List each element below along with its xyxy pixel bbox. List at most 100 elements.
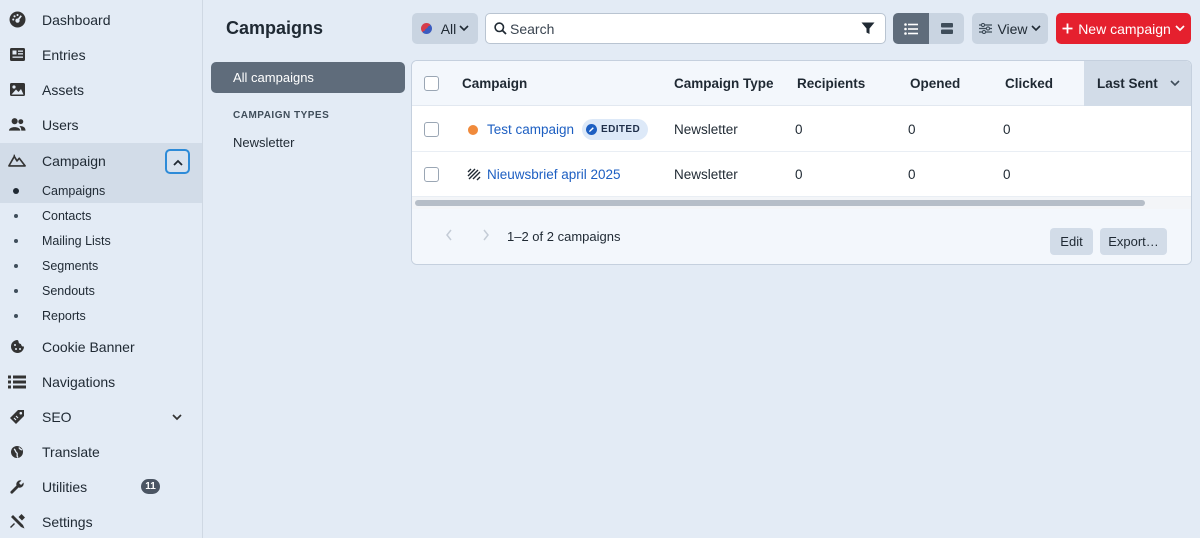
cell-recipients: 0 <box>795 167 803 182</box>
sidebar-item-label: SEO <box>42 408 72 425</box>
search-input[interactable] <box>510 19 850 39</box>
row-checkbox[interactable] <box>424 167 439 182</box>
row-checkbox[interactable] <box>424 122 439 137</box>
chevron-down-icon <box>1175 25 1185 32</box>
column-header-last-sent[interactable]: Last Sent <box>1084 61 1191 106</box>
bullet-icon <box>14 313 18 318</box>
table-footer: 1–2 of 2 campaigns Edit Export… <box>412 209 1191 264</box>
chevron-up-icon <box>172 154 183 169</box>
export-button[interactable]: Export… <box>1100 228 1167 255</box>
table-row: Test campaign EDITED Newsletter 0 0 0 <box>412 107 1191 152</box>
column-header-last-sent-label: Last Sent <box>1097 76 1158 91</box>
column-header-campaign[interactable]: Campaign <box>462 61 527 106</box>
utilities-count-badge: 11 <box>141 479 160 494</box>
column-header-campaign-type[interactable]: Campaign Type <box>674 61 774 106</box>
chevron-down-icon <box>459 25 469 32</box>
sidebar-item-settings[interactable]: Settings <box>0 504 202 538</box>
tag-icon <box>8 408 26 426</box>
horizontal-scrollbar[interactable] <box>412 197 1191 209</box>
sidebar-subitem-contacts[interactable]: Contacts <box>0 203 202 228</box>
sidebar: Dashboard Entries Assets Users Campaign … <box>0 0 203 538</box>
cell-clicked: 0 <box>1003 122 1011 137</box>
wrench-icon <box>8 478 26 496</box>
sidebar-item-users[interactable]: Users <box>0 107 202 142</box>
sidebar-item-label: Campaign <box>42 152 106 169</box>
filter-icon[interactable] <box>861 22 875 38</box>
sidebar-item-entries[interactable]: Entries <box>0 37 202 72</box>
image-icon <box>8 81 26 99</box>
sidebar-item-assets[interactable]: Assets <box>0 72 202 107</box>
cell-opened: 0 <box>908 167 916 182</box>
next-page-icon[interactable] <box>482 229 490 244</box>
campaign-title-link[interactable]: Nieuwsbrief april 2025 <box>487 167 621 182</box>
select-all-checkbox[interactable] <box>424 76 439 91</box>
sidebar-subitem-label: Segments <box>42 258 99 273</box>
settings-tools-icon <box>8 513 26 531</box>
bullet-icon <box>14 263 18 268</box>
sidebar-subitem-reports[interactable]: Reports <box>0 303 202 328</box>
cell-clicked: 0 <box>1003 167 1011 182</box>
sidebar-item-navigations[interactable]: Navigations <box>0 364 202 399</box>
campaigns-table-card: Campaign Campaign Type Recipients Opened… <box>412 61 1191 264</box>
sidebar-item-utilities[interactable]: Utilities 11 <box>0 469 202 504</box>
new-campaign-label: New campaign <box>1078 20 1171 37</box>
sidebar-item-label: Utilities <box>42 478 88 495</box>
globe-icon <box>8 443 26 461</box>
campaign-collapse-button[interactable] <box>165 149 190 174</box>
sidebar-item-cookie-banner[interactable]: Cookie Banner <box>0 329 202 364</box>
structure-view-toggle[interactable] <box>929 13 964 44</box>
sort-chevron-down-icon <box>1170 80 1180 87</box>
sidebar-subitem-label: Reports <box>42 308 86 323</box>
table-header: Campaign Campaign Type Recipients Opened… <box>412 61 1191 106</box>
sidebar-subitem-campaigns[interactable]: Campaigns <box>0 178 202 203</box>
sidebar-subitem-mailing-lists[interactable]: Mailing Lists <box>0 228 202 253</box>
chevron-down-icon <box>1030 25 1041 32</box>
cookie-icon <box>8 338 26 356</box>
search-icon <box>494 22 507 38</box>
scrollbar-thumb[interactable] <box>415 200 1145 206</box>
column-header-clicked[interactable]: Clicked <box>1005 61 1053 106</box>
draft-status-icon <box>468 124 478 135</box>
sidebar-item-label: Translate <box>42 443 100 460</box>
search-box <box>485 13 886 44</box>
view-options-button[interactable]: View <box>972 13 1048 44</box>
column-header-recipients[interactable]: Recipients <box>797 61 865 106</box>
sidebar-item-label: Entries <box>42 46 86 63</box>
bullet-icon <box>13 187 19 194</box>
bullet-icon <box>14 238 18 243</box>
edited-badge: EDITED <box>582 119 649 140</box>
sidebar-subitem-label: Mailing Lists <box>42 233 111 248</box>
structure-view-icon <box>940 23 953 34</box>
plus-icon <box>1062 23 1073 34</box>
table-row: Nieuwsbrief april 2025 Newsletter 0 0 0 <box>412 152 1191 197</box>
list-view-toggle[interactable] <box>893 13 929 44</box>
sidebar-item-label: Assets <box>42 81 85 98</box>
dashboard-gauge-icon <box>8 11 26 29</box>
previous-page-icon[interactable] <box>445 229 453 244</box>
campaign-title-link[interactable]: Test campaign <box>487 122 574 137</box>
chevron-down-icon[interactable] <box>170 410 184 424</box>
cell-recipients: 0 <box>795 122 803 137</box>
new-campaign-button[interactable]: New campaign <box>1056 13 1191 44</box>
sidebar-item-seo[interactable]: SEO <box>0 399 202 434</box>
bullet-icon <box>14 213 18 218</box>
sidebar-subitem-label: Campaigns <box>42 183 106 198</box>
users-icon <box>8 116 26 134</box>
source-newsletter[interactable]: Newsletter <box>233 135 294 150</box>
sidebar-item-dashboard[interactable]: Dashboard <box>0 2 202 37</box>
edited-badge-label: EDITED <box>601 124 641 135</box>
column-header-opened[interactable]: Opened <box>910 61 960 106</box>
sidebar-item-label: Dashboard <box>42 11 111 28</box>
edit-button[interactable]: Edit <box>1050 228 1093 255</box>
site-selector-button[interactable]: All <box>412 13 478 44</box>
cell-campaign-type: Newsletter <box>674 167 738 182</box>
sidebar-subitem-segments[interactable]: Segments <box>0 253 202 278</box>
site-flag-icon <box>420 23 432 34</box>
sidebar-subitem-sendouts[interactable]: Sendouts <box>0 278 202 303</box>
pagination-summary: 1–2 of 2 campaigns <box>507 229 621 244</box>
sidebar-item-translate[interactable]: Translate <box>0 434 202 469</box>
bullet-icon <box>14 288 18 293</box>
source-all-campaigns[interactable]: All campaigns <box>211 62 405 93</box>
campaign-types-heading: CAMPAIGN TYPES <box>233 110 330 121</box>
sliders-icon <box>979 23 993 34</box>
